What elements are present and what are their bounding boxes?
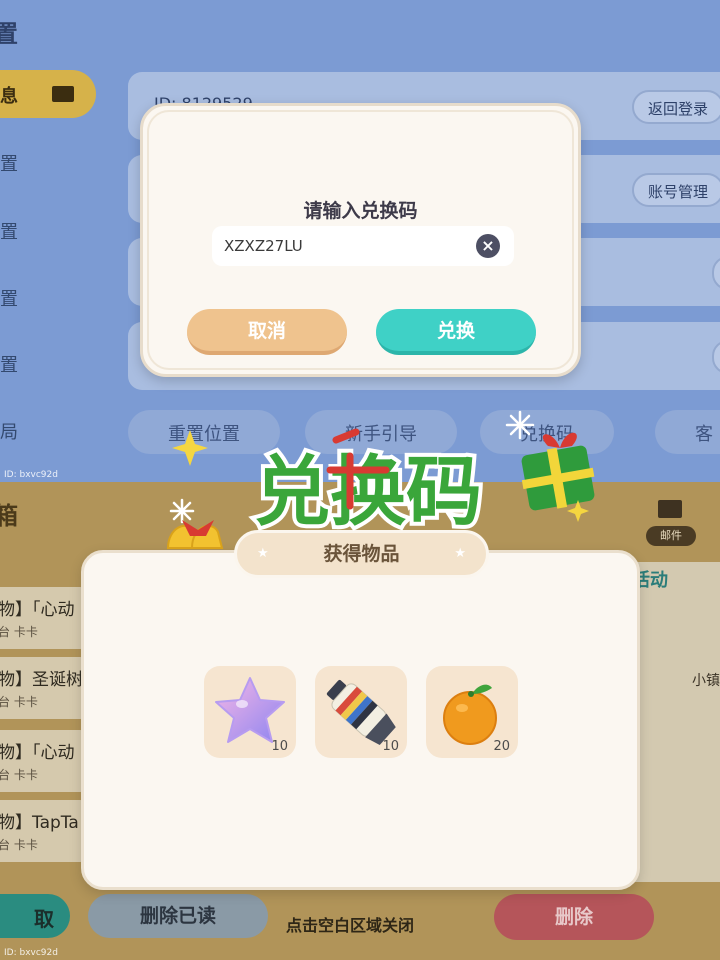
- reward-tab-label: 获得物品: [323, 543, 400, 565]
- mail-item-sender: 台 卡卡: [0, 838, 38, 852]
- mail-item-title: 物】圣诞树: [0, 670, 83, 690]
- sidebar-item-label: 息: [0, 86, 18, 107]
- mail-list-item[interactable]: 物】圣诞树 台 卡卡: [0, 657, 90, 719]
- mail-item-title: 物】TapTa: [0, 813, 79, 833]
- id-tag: ID: bxvc92d: [4, 948, 58, 958]
- settings-title: 置: [0, 20, 18, 48]
- item-quantity: 10: [271, 739, 288, 754]
- sidebar-item[interactable]: 置: [0, 150, 18, 176]
- clear-circle-icon[interactable]: ×: [476, 234, 500, 258]
- redeem-code-input[interactable]: [224, 226, 464, 266]
- redeem-prompt: 请输入兑换码: [303, 200, 418, 222]
- sidebar-item[interactable]: 置: [0, 218, 18, 244]
- reward-item[interactable]: 10: [315, 666, 407, 758]
- mail-list-item[interactable]: 物】TapTa 台 卡卡: [0, 800, 90, 862]
- mail-envelope-icon[interactable]: [658, 500, 682, 518]
- customer-service-button[interactable]: 客: [655, 410, 720, 454]
- sidebar-item[interactable]: 局: [0, 418, 18, 444]
- id-tag: ID: bxvc92d: [4, 470, 58, 480]
- mail-item-title: 物】「心动: [0, 600, 75, 620]
- sender-name: 小镇: [692, 673, 720, 689]
- mail-item-sender: 台 卡卡: [0, 625, 38, 639]
- mail-title: 箱: [0, 502, 18, 530]
- redeem-code-button[interactable]: 兑换码: [480, 410, 614, 454]
- reset-position-button[interactable]: 重置位置: [128, 410, 280, 454]
- reward-item[interactable]: 10: [204, 666, 296, 758]
- sidebar-item-info[interactable]: 息: [0, 70, 96, 118]
- sidebar-item[interactable]: 置: [0, 351, 18, 377]
- mail-item-title: 物】「心动: [0, 743, 75, 763]
- redeem-dialog: 请输入兑换码 × 取消 兑换: [140, 103, 581, 377]
- delete-button[interactable]: 删除: [494, 894, 654, 940]
- mail-list-item[interactable]: 物】「心动 台 卡卡: [0, 587, 90, 649]
- delete-read-button[interactable]: 删除已读: [88, 894, 268, 938]
- account-manage-button[interactable]: 账号管理: [632, 173, 720, 207]
- reward-tab: ★ 获得物品 ★: [234, 530, 489, 578]
- close-hint[interactable]: 点击空白区域关闭: [286, 912, 414, 936]
- cancel-button[interactable]: 取消: [187, 309, 347, 355]
- star-icon: ★: [257, 546, 269, 561]
- item-quantity: 20: [493, 739, 510, 754]
- mail-list-item[interactable]: 物】「心动 台 卡卡: [0, 730, 90, 792]
- mail-badge[interactable]: 邮件: [646, 526, 696, 546]
- mail-item-sender: 台 卡卡: [0, 768, 38, 782]
- reward-item[interactable]: 20: [426, 666, 518, 758]
- back-login-button[interactable]: 返回登录: [632, 90, 720, 124]
- id-card-icon: [52, 86, 74, 102]
- mail-item-sender: 台 卡卡: [0, 695, 38, 709]
- sidebar-item[interactable]: 置: [0, 285, 18, 311]
- redeem-code-field[interactable]: ×: [212, 226, 514, 266]
- star-icon: ★: [454, 546, 466, 561]
- redeem-button[interactable]: 兑换: [376, 309, 536, 355]
- tutorial-button[interactable]: 新手引导: [305, 410, 457, 454]
- item-quantity: 10: [382, 739, 399, 754]
- receive-button[interactable]: 取: [0, 894, 70, 938]
